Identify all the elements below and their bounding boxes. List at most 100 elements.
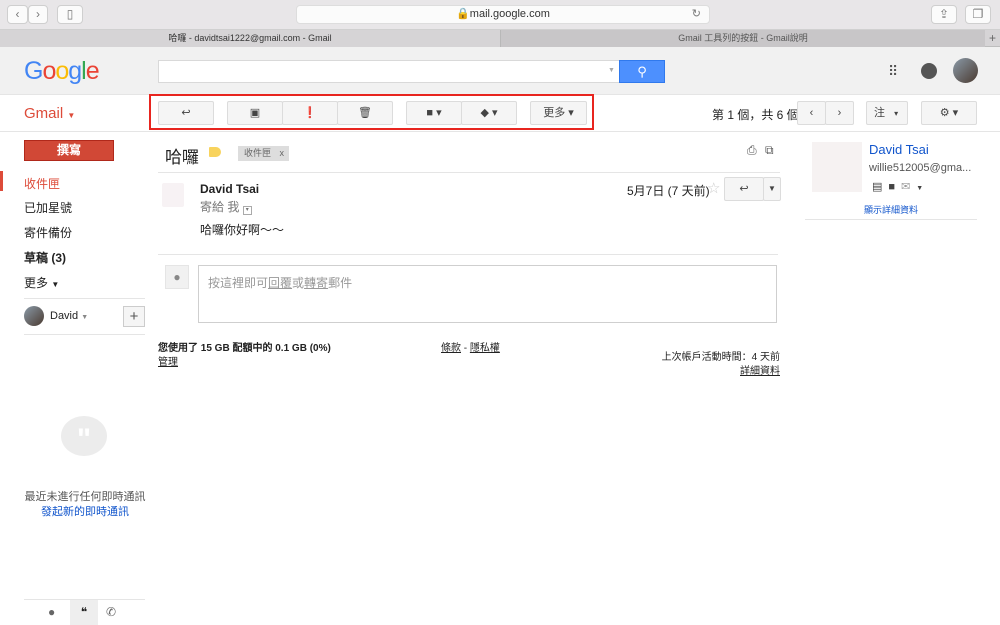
new-tab-button[interactable]: +: [985, 30, 1000, 47]
reply-link[interactable]: 回覆: [268, 276, 292, 290]
share-icon[interactable]: ⇪: [931, 5, 957, 24]
contact-name[interactable]: David Tsai: [869, 142, 929, 157]
notifications-icon[interactable]: [921, 63, 937, 79]
forward-button[interactable]: ›: [28, 5, 48, 24]
tab-help[interactable]: Gmail 工具列的按鈕 - Gmail說明: [500, 30, 985, 47]
footer-links: 條款 - 隱私權: [441, 339, 500, 354]
reload-icon[interactable]: ↻: [692, 6, 701, 23]
separator: -: [461, 343, 470, 354]
search-options-icon[interactable]: ▼: [608, 67, 615, 74]
google-logo[interactable]: Google: [24, 57, 100, 86]
chevron-down-icon: ▼: [768, 184, 776, 193]
gmail-header: Google ▼ ⚲ ⠿: [0, 47, 1000, 95]
show-details-link[interactable]: 顯示詳細資料: [805, 203, 977, 216]
print-icon[interactable]: ⎙: [747, 143, 757, 158]
address-bar[interactable]: 🔒mail.google.com ↻: [296, 5, 710, 24]
reply-prompt-or: 或: [292, 276, 305, 290]
more-label: 更多: [24, 276, 49, 290]
more-actions-button[interactable]: ▼: [763, 177, 781, 201]
browser-toolbar: ‹ › ▯ 🔒mail.google.com ↻ ⇪ ❐: [0, 0, 1000, 30]
to-prefix: 寄給: [200, 200, 225, 214]
contacts-icon[interactable]: ●: [48, 605, 55, 619]
divider: [0, 131, 1000, 132]
thread-subject: 哈囉: [165, 148, 199, 167]
privacy-link[interactable]: 隱私權: [470, 343, 500, 354]
phone-icon[interactable]: ✆: [106, 605, 116, 619]
divider: [805, 219, 977, 220]
hangouts-empty-text: 最近未進行任何即時通訊: [24, 491, 146, 503]
contact-actions: ▤■✉▼: [872, 180, 929, 193]
older-button[interactable]: ›: [825, 101, 854, 125]
compose-button[interactable]: 撰寫: [24, 140, 114, 161]
hangout-icon[interactable]: ▤: [872, 181, 888, 193]
gmail-label: Gmail: [24, 105, 64, 122]
divider: [24, 298, 145, 299]
storage-usage: 您使用了 15 GB 配額中的 0.1 GB (0%): [158, 343, 331, 354]
divider: [24, 334, 145, 335]
hangouts-user[interactable]: David ▼: [50, 310, 88, 322]
forward-link[interactable]: 轉寄: [304, 276, 328, 290]
tab-title: 哈囉 - davidtsai1222@gmail.com - Gmail: [168, 33, 332, 43]
reply-box[interactable]: 按這裡即可回覆或轉寄郵件: [198, 265, 777, 323]
newer-button[interactable]: ‹: [797, 101, 826, 125]
search-input[interactable]: [158, 60, 620, 83]
start-chat-link[interactable]: 發起新的即時通訊: [0, 503, 170, 519]
tab-bar: 哈囉 - davidtsai1222@gmail.com - Gmail Gma…: [0, 30, 1000, 47]
lock-icon: 🔒: [456, 8, 470, 20]
gear-icon: ⚙ ▾: [939, 107, 959, 119]
label-chip-inbox: 收件匣 x: [238, 146, 289, 161]
reply-prompt-after: 郵件: [328, 276, 353, 290]
reply-icon: ↩: [739, 183, 749, 195]
mail-icon[interactable]: ✉: [901, 181, 916, 193]
label-chip-text: 收件匣: [244, 148, 272, 158]
tab-title: Gmail 工具列的按鈕 - Gmail說明: [678, 33, 808, 43]
divider: [158, 254, 778, 255]
reply-button[interactable]: ↩: [724, 177, 764, 201]
last-activity: 上次帳戶活動時間：4 天前: [661, 352, 780, 363]
chevron-left-icon: ‹: [809, 107, 814, 119]
recipient: 我: [227, 200, 240, 214]
hangouts-quote-icon: ": [61, 416, 107, 456]
tab-gmail[interactable]: 哈囉 - davidtsai1222@gmail.com - Gmail: [0, 30, 500, 47]
chevron-down-icon[interactable]: ▼: [916, 185, 929, 192]
apps-grid-icon[interactable]: ⠿: [888, 63, 898, 80]
input-tools-button[interactable]: 注 ▾: [866, 101, 908, 125]
gmail-menu[interactable]: Gmail ▼: [24, 105, 75, 122]
video-icon[interactable]: ■: [888, 181, 901, 193]
terms-link[interactable]: 條款: [441, 343, 461, 354]
input-tools-label: 注: [874, 107, 885, 119]
message-body: 哈囉你好啊～～: [200, 223, 285, 237]
chevron-right-icon: ›: [837, 107, 842, 119]
search-button[interactable]: ⚲: [619, 60, 665, 83]
tabs-overview-icon[interactable]: ❐: [965, 5, 991, 24]
hangouts-icon[interactable]: ❝: [70, 600, 98, 625]
user-avatar[interactable]: [24, 306, 44, 326]
active-indicator: [0, 171, 3, 191]
important-marker-icon[interactable]: [209, 147, 221, 157]
sidebar-item-inbox[interactable]: 收件匣: [24, 175, 60, 192]
sidebar-item-drafts[interactable]: 草稿 (3): [24, 249, 66, 266]
recipient-line: 寄給 我 ▾: [200, 198, 252, 215]
star-icon[interactable]: ☆: [707, 179, 720, 197]
back-button[interactable]: ‹: [7, 5, 28, 24]
settings-button[interactable]: ⚙ ▾: [921, 101, 977, 125]
new-window-icon[interactable]: ⧉: [765, 143, 774, 158]
manage-link[interactable]: 管理: [158, 353, 178, 368]
reply-prompt-text: 按這裡即可: [208, 276, 269, 290]
user-name: David: [50, 310, 79, 322]
sender-name[interactable]: David Tsai: [200, 182, 259, 196]
details-link[interactable]: 詳細資料: [740, 362, 780, 377]
remove-label-button[interactable]: x: [280, 146, 285, 161]
url-text: mail.google.com: [469, 8, 550, 20]
show-details-icon[interactable]: ▾: [242, 206, 252, 215]
sidebar-item-starred[interactable]: 已加星號: [24, 199, 72, 216]
sidebar-item-sent[interactable]: 寄件備份: [24, 224, 72, 241]
search-icon: ⚲: [637, 64, 647, 79]
contact-email: willie512005@gma...: [869, 162, 972, 174]
sender-avatar[interactable]: [162, 183, 184, 207]
account-avatar[interactable]: [953, 58, 978, 83]
sidebar-item-more[interactable]: 更多 ▼: [24, 274, 59, 291]
contact-photo: [812, 142, 862, 192]
sidebar-toggle-icon[interactable]: ▯: [57, 5, 83, 24]
new-chat-button[interactable]: +: [123, 306, 145, 327]
